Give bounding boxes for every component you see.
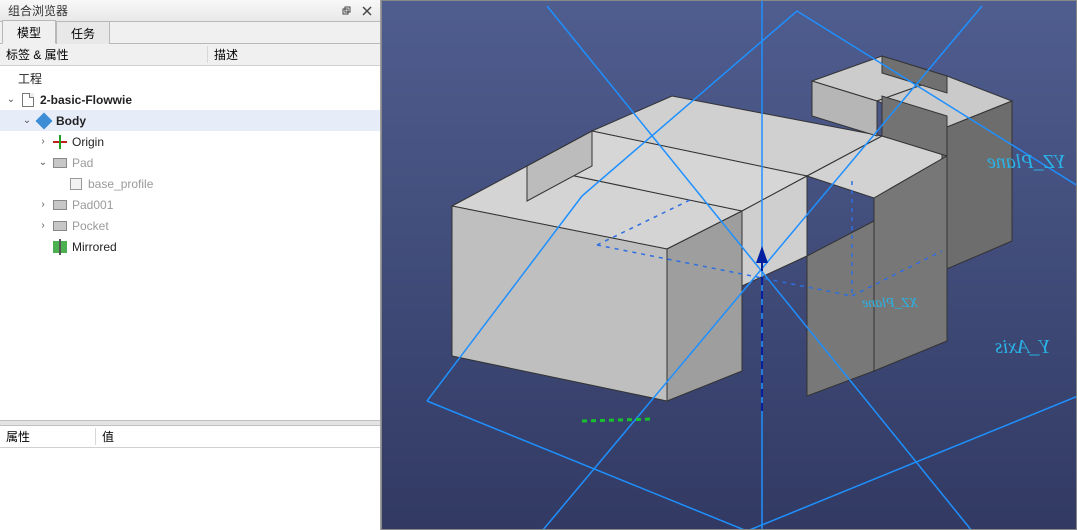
tree-col-label: 标签 & 属性 (0, 46, 208, 63)
tree-item-pad[interactable]: ⌄ Pad (0, 152, 380, 173)
property-header: 属性 值 (0, 426, 380, 448)
property-grid: 属性 值 (0, 426, 380, 530)
axis-label-y: Y_Axis (995, 336, 1051, 359)
tree-item-document[interactable]: ⌄ 2-basic-Flowwie (0, 89, 380, 110)
plane-label-xz: XZ_Plane (862, 296, 918, 312)
3d-viewport[interactable]: YZ_Plane Y_Axis XZ_Plane (381, 0, 1077, 530)
mirrored-icon (52, 239, 68, 255)
combo-view-panel: 组合浏览器 模型 任务 标签 & 属性 描述 ▾ 工程 (0, 0, 381, 530)
panel-title-buttons (338, 3, 376, 19)
property-col-value: 值 (96, 428, 380, 445)
tree-label: 2-basic-Flowwie (40, 93, 132, 107)
panel-tabbar: 模型 任务 (0, 22, 380, 44)
tree-label: Origin (72, 135, 104, 149)
tree-view[interactable]: ▾ 工程 ⌄ 2-basic-Flowwie ⌄ Body › Origin (0, 66, 380, 420)
tree-item-base-profile[interactable]: › base_profile (0, 173, 380, 194)
expand-toggle[interactable]: ⌄ (36, 156, 50, 170)
body-icon (36, 113, 52, 129)
property-col-name: 属性 (0, 428, 96, 445)
tree-item-body[interactable]: ⌄ Body (0, 110, 380, 131)
expand-toggle[interactable]: › (36, 135, 50, 149)
tree-item-mirrored[interactable]: › Mirrored (0, 236, 380, 257)
expand-toggle[interactable]: › (36, 198, 50, 212)
document-icon (20, 92, 36, 108)
tree-item-pad001[interactable]: › Pad001 (0, 194, 380, 215)
panel-titlebar: 组合浏览器 (0, 0, 380, 22)
tree-label: Body (56, 114, 86, 128)
tree-col-descr: 描述 (208, 46, 380, 63)
plane-label-yz: YZ_Plane (987, 151, 1066, 174)
tree-label: Mirrored (72, 240, 117, 254)
origin-icon (52, 134, 68, 150)
tab-model[interactable]: 模型 (2, 20, 56, 44)
ground-marker (582, 419, 652, 421)
tree-label: Pad001 (72, 198, 113, 212)
panel-title-text: 组合浏览器 (8, 2, 68, 19)
expand-toggle[interactable]: ⌄ (20, 114, 34, 128)
close-panel-button[interactable] (358, 3, 376, 19)
tree-label: Pocket (72, 219, 109, 233)
tree-columns-header: 标签 & 属性 描述 (0, 44, 380, 66)
tree-item-origin[interactable]: › Origin (0, 131, 380, 152)
undock-button[interactable] (338, 3, 356, 19)
expand-toggle[interactable]: ⌄ (4, 93, 18, 107)
tree-label: 工程 (18, 70, 42, 87)
pad-icon (52, 155, 68, 171)
pocket-icon (52, 218, 68, 234)
viewport-svg (382, 1, 1077, 530)
pad-icon (52, 197, 68, 213)
model-body (452, 56, 1012, 401)
sketch-icon (68, 176, 84, 192)
property-body[interactable] (0, 448, 380, 530)
tree-label: base_profile (88, 177, 153, 191)
tree-root-application[interactable]: ▾ 工程 (0, 68, 380, 89)
expand-toggle[interactable]: › (36, 219, 50, 233)
tree-label: Pad (72, 156, 93, 170)
tab-tasks[interactable]: 任务 (56, 21, 110, 44)
tree-item-pocket[interactable]: › Pocket (0, 215, 380, 236)
